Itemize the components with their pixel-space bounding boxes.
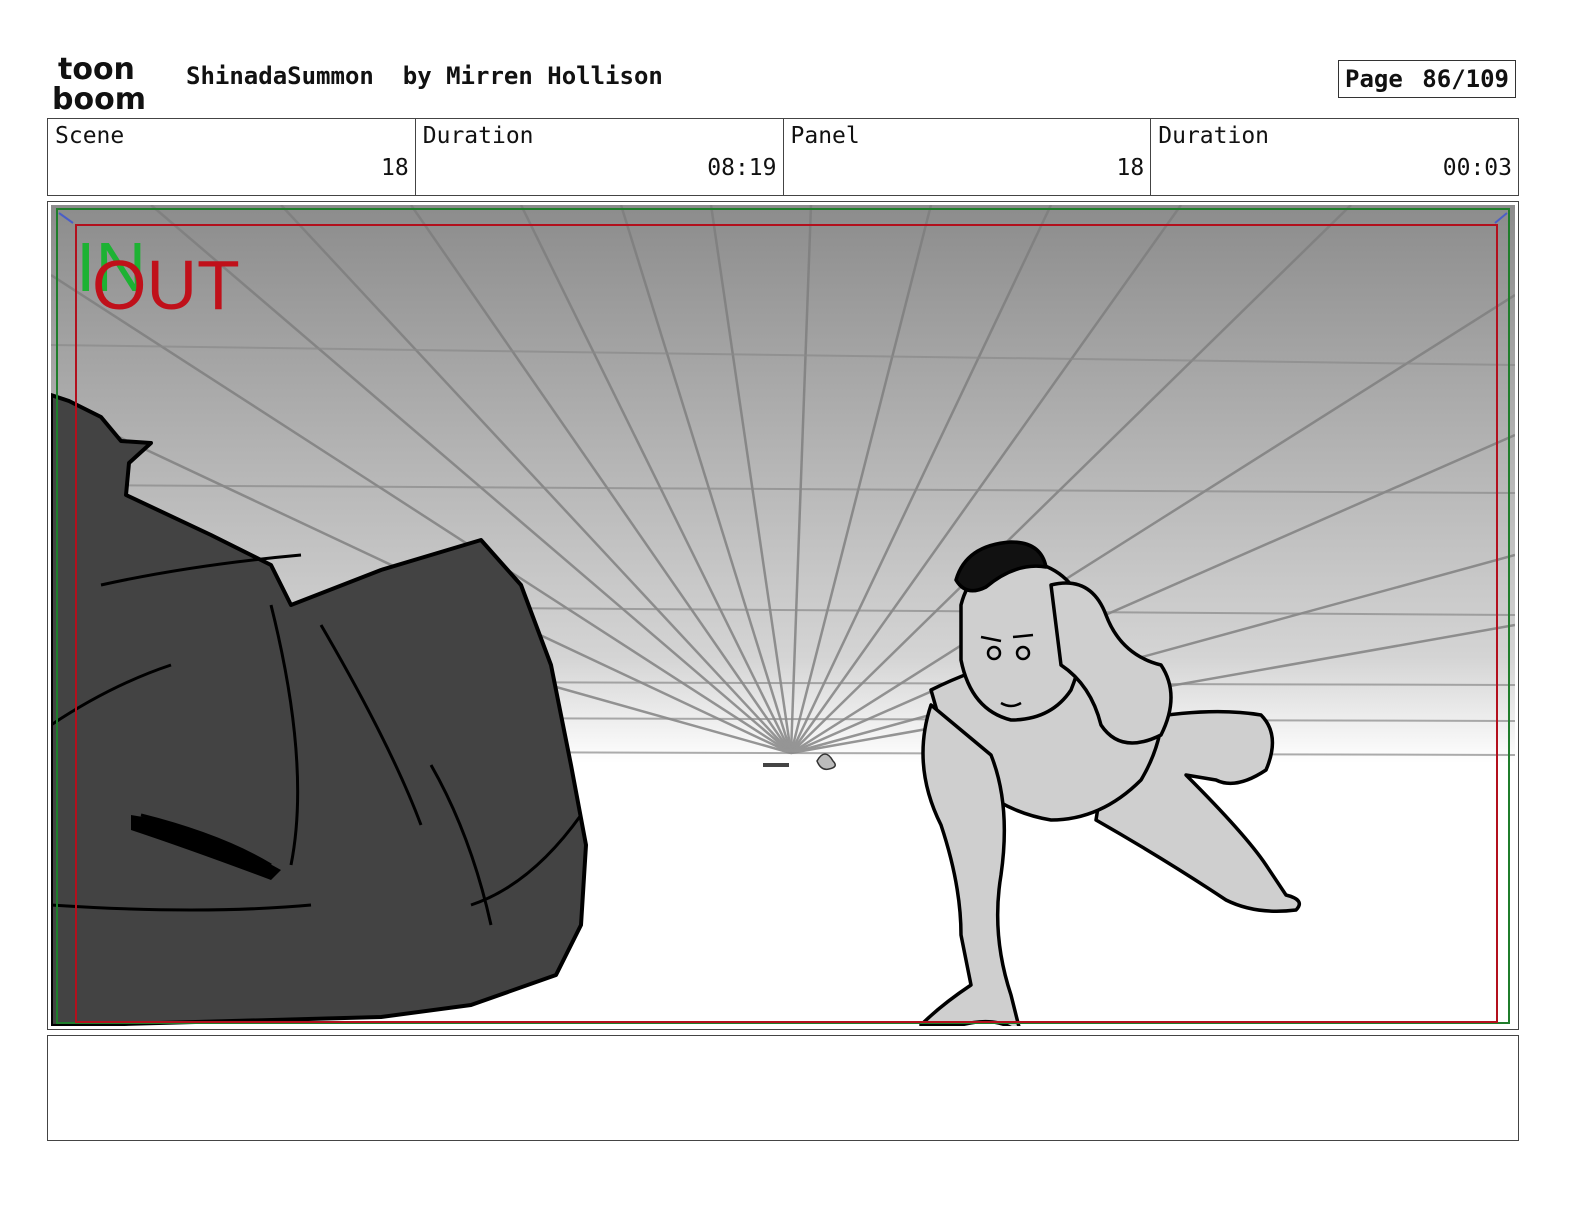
scene-cell: Scene 18: [48, 119, 416, 195]
author-prefix: by: [402, 62, 432, 90]
storyboard-drawing: [51, 205, 1515, 1026]
logo-text-bottom: boom: [52, 82, 146, 112]
scene-duration-cell: Duration 08:19: [416, 119, 784, 195]
panel-duration-label: Duration: [1158, 123, 1270, 149]
page-number: 86/109: [1422, 65, 1509, 93]
project-title: ShinadaSummon by Mirren Hollison: [186, 62, 663, 90]
panel-label: Panel: [790, 123, 860, 149]
author-name: Mirren Hollison: [446, 62, 663, 90]
panel-info-row: Scene 18 Duration 08:19 Panel 18 Duratio…: [47, 118, 1519, 196]
scene-duration-label: Duration: [422, 123, 534, 149]
page-indicator: Page 86/109: [1338, 60, 1516, 98]
toon-boom-logo: toon boom: [52, 52, 146, 112]
panel-cell: Panel 18: [784, 119, 1152, 195]
panel-value: 18: [1116, 155, 1145, 181]
panel-notes-box[interactable]: [47, 1035, 1519, 1141]
scene-duration-value: 08:19: [707, 155, 777, 181]
page-label: Page: [1345, 65, 1403, 93]
distant-object: [763, 763, 789, 767]
panel-duration-value: 00:03: [1442, 155, 1512, 181]
out-label: OUT: [92, 246, 240, 324]
scene-value: 18: [381, 155, 409, 181]
panel-duration-cell: Duration 00:03: [1151, 119, 1518, 195]
scene-label: Scene: [55, 123, 125, 149]
project-name: ShinadaSummon: [186, 62, 374, 90]
